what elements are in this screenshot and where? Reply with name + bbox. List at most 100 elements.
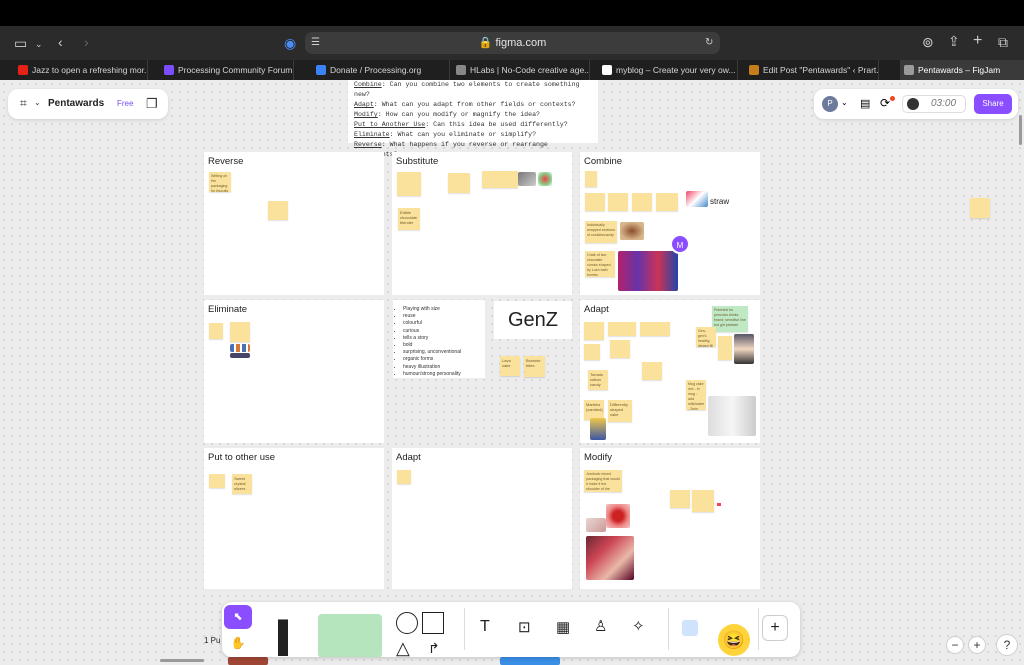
sticky-note[interactable]: Writing on the packaging for biscuits bbox=[209, 172, 231, 192]
share-icon[interactable]: ⇪ bbox=[948, 34, 960, 48]
sticky-note[interactable] bbox=[656, 193, 678, 211]
vertical-scrollbar[interactable] bbox=[1019, 115, 1022, 145]
square-shape-icon[interactable] bbox=[422, 612, 444, 634]
select-tool-icon[interactable]: ⬉ bbox=[224, 605, 252, 629]
sticky-note[interactable] bbox=[608, 193, 628, 211]
reload-icon[interactable]: ↻ bbox=[705, 36, 713, 50]
connector-icon[interactable]: ↱ bbox=[428, 640, 440, 657]
sticky-note[interactable]: Tomato cotton candy bbox=[588, 370, 608, 390]
sticky-note[interactable] bbox=[482, 171, 518, 188]
candy-row-photo[interactable] bbox=[230, 353, 250, 358]
sticky-note[interactable] bbox=[268, 201, 288, 220]
timer[interactable]: 03:00 bbox=[902, 95, 966, 113]
pen-tool-icon[interactable] bbox=[278, 610, 288, 656]
candy-row-photo[interactable] bbox=[230, 344, 250, 352]
table-tool-icon[interactable]: ▦ bbox=[556, 618, 570, 636]
figjam-canvas[interactable]: Combine: Can you combine two elements to… bbox=[0, 80, 1024, 665]
tab-figjam[interactable]: Pentawards – FigJam bbox=[900, 60, 1024, 80]
tab-processing-forum[interactable]: Processing Community Forum bbox=[160, 60, 294, 80]
dessert-photo[interactable] bbox=[586, 518, 606, 532]
forward-icon[interactable]: › bbox=[84, 35, 89, 49]
sticky-note[interactable]: Crate of two chocolate combo shaped by L… bbox=[585, 251, 615, 277]
sticky-note[interactable]: Marbles (candied) bbox=[584, 400, 604, 420]
section-adapt-2[interactable]: Adapt bbox=[392, 448, 572, 589]
sticky-note[interactable] bbox=[448, 173, 470, 193]
pages-icon[interactable]: ❐ bbox=[146, 96, 158, 112]
sticky-note[interactable]: Jumbotic mixed packaging that would it m… bbox=[584, 470, 622, 492]
section-put-to-other-use[interactable]: Put to other use Sweet crystal slicers bbox=[204, 448, 384, 589]
tab-jazz[interactable]: Jazz to open a refreshing mor... bbox=[14, 60, 148, 80]
zoom-out-button[interactable]: − bbox=[946, 636, 964, 654]
tab-myblog[interactable]: myblog – Create your very ow... bbox=[598, 60, 738, 80]
help-button[interactable]: ? bbox=[996, 634, 1018, 656]
sticky-note[interactable] bbox=[632, 193, 652, 211]
ai-tool-icon[interactable]: ✧ bbox=[632, 617, 645, 635]
section-reverse[interactable]: Reverse Writing on the packaging for bis… bbox=[204, 152, 384, 295]
chevron-down-icon[interactable]: ⌄ bbox=[34, 98, 41, 107]
sticky-note[interactable] bbox=[209, 474, 225, 488]
page-label[interactable]: 1 Pu bbox=[204, 636, 220, 645]
candy-shop-photo[interactable] bbox=[618, 251, 678, 291]
sticky-note[interactable]: Brownie bites bbox=[524, 356, 545, 377]
sidebar-toggle-icon[interactable]: ▭ bbox=[14, 36, 27, 50]
sticky-note[interactable] bbox=[608, 322, 636, 336]
more-tools-icon[interactable]: + bbox=[762, 615, 788, 641]
sticky-note[interactable]: Lava cake bbox=[500, 356, 520, 376]
sticky-note[interactable] bbox=[584, 322, 604, 340]
sticky-note[interactable]: Individually wrapped sections of cookies… bbox=[585, 221, 617, 243]
share-button[interactable]: Share bbox=[974, 94, 1012, 114]
sticky-note[interactable]: Gen-gen's healthy, distant fill bbox=[696, 327, 716, 347]
text-tool-icon[interactable]: T bbox=[480, 618, 490, 636]
genz-label[interactable]: GenZ bbox=[494, 301, 572, 339]
sticky-note[interactable] bbox=[209, 323, 223, 339]
sticky-note[interactable] bbox=[642, 362, 662, 380]
sticky-note[interactable] bbox=[585, 193, 605, 211]
download-icon[interactable]: ⊚ bbox=[922, 35, 934, 49]
sticky-note[interactable] bbox=[692, 490, 714, 512]
flower-photo[interactable] bbox=[606, 504, 630, 528]
back-icon[interactable]: ‹ bbox=[58, 35, 63, 49]
file-name[interactable]: Pentawards bbox=[48, 98, 104, 109]
sticky-note[interactable] bbox=[397, 172, 421, 196]
circle-shape-icon[interactable] bbox=[396, 612, 418, 634]
section-combine[interactable]: Combine straw Individually wrapped secti… bbox=[580, 152, 760, 295]
sticky-note[interactable]: Sweet crystal slicers bbox=[232, 474, 252, 494]
sticky-note[interactable]: Edible chocolate blender bbox=[398, 208, 420, 230]
comments-icon[interactable]: ⟳ bbox=[880, 96, 890, 110]
section-tool-icon[interactable]: ⊡ bbox=[518, 618, 531, 636]
sticky-note[interactable] bbox=[397, 470, 411, 484]
sticky-note[interactable] bbox=[230, 322, 250, 342]
mug-cake-photo[interactable] bbox=[708, 396, 756, 436]
sticky-note[interactable] bbox=[670, 490, 690, 508]
section-substitute[interactable]: Substitute Edible chocolate blender bbox=[392, 152, 572, 295]
collaborator-avatar[interactable]: M bbox=[670, 234, 690, 254]
tab-overview-icon[interactable]: ⧉ bbox=[998, 35, 1008, 49]
sticky-note[interactable]: Potential for peruvian drinks brand; sen… bbox=[712, 306, 748, 332]
stamp-tool-icon[interactable]: ♙ bbox=[594, 617, 607, 635]
tab-edit-post[interactable]: Edit Post "Pentawards" ‹ Prart... bbox=[745, 60, 879, 80]
tab-donate[interactable]: Donate / Processing.org bbox=[312, 60, 450, 80]
straw-photo[interactable] bbox=[686, 191, 708, 207]
section-modify[interactable]: Modify Jumbotic mixed packaging that wou… bbox=[580, 448, 760, 589]
address-bar[interactable]: ☰ 🔒 figma.com ↻ bbox=[305, 32, 720, 54]
triangle-shape-icon[interactable]: △ bbox=[396, 638, 410, 657]
candy-jar-photo[interactable] bbox=[590, 418, 606, 440]
sticky-note[interactable] bbox=[610, 340, 630, 358]
sticky-note[interactable] bbox=[718, 336, 732, 360]
scamper-prompts[interactable]: Combine: Can you combine two elements to… bbox=[348, 80, 598, 158]
sticky-note[interactable] bbox=[970, 198, 990, 218]
toy-photo[interactable] bbox=[538, 172, 552, 186]
privacy-shield-icon[interactable]: ◉ bbox=[284, 36, 296, 50]
layout-icon[interactable]: ▤ bbox=[860, 97, 870, 110]
sticky-note[interactable] bbox=[585, 171, 597, 187]
widget-icon[interactable] bbox=[682, 620, 698, 636]
figjam-menu-icon[interactable]: ⌗ bbox=[20, 96, 27, 111]
section-eliminate[interactable]: Eliminate bbox=[204, 300, 384, 443]
partial-photo[interactable] bbox=[228, 657, 268, 665]
sticky-note[interactable]: Mug cake mix - in mug - add milk/water -… bbox=[686, 380, 706, 410]
sticky-note[interactable] bbox=[584, 344, 600, 360]
sticker-icon[interactable]: 😆 bbox=[718, 624, 750, 656]
chevron-down-icon[interactable]: ⌄ bbox=[841, 98, 848, 107]
sticky-note-tool-icon[interactable] bbox=[318, 614, 382, 657]
tab-hlabs[interactable]: HLabs | No-Code creative age... bbox=[452, 60, 590, 80]
